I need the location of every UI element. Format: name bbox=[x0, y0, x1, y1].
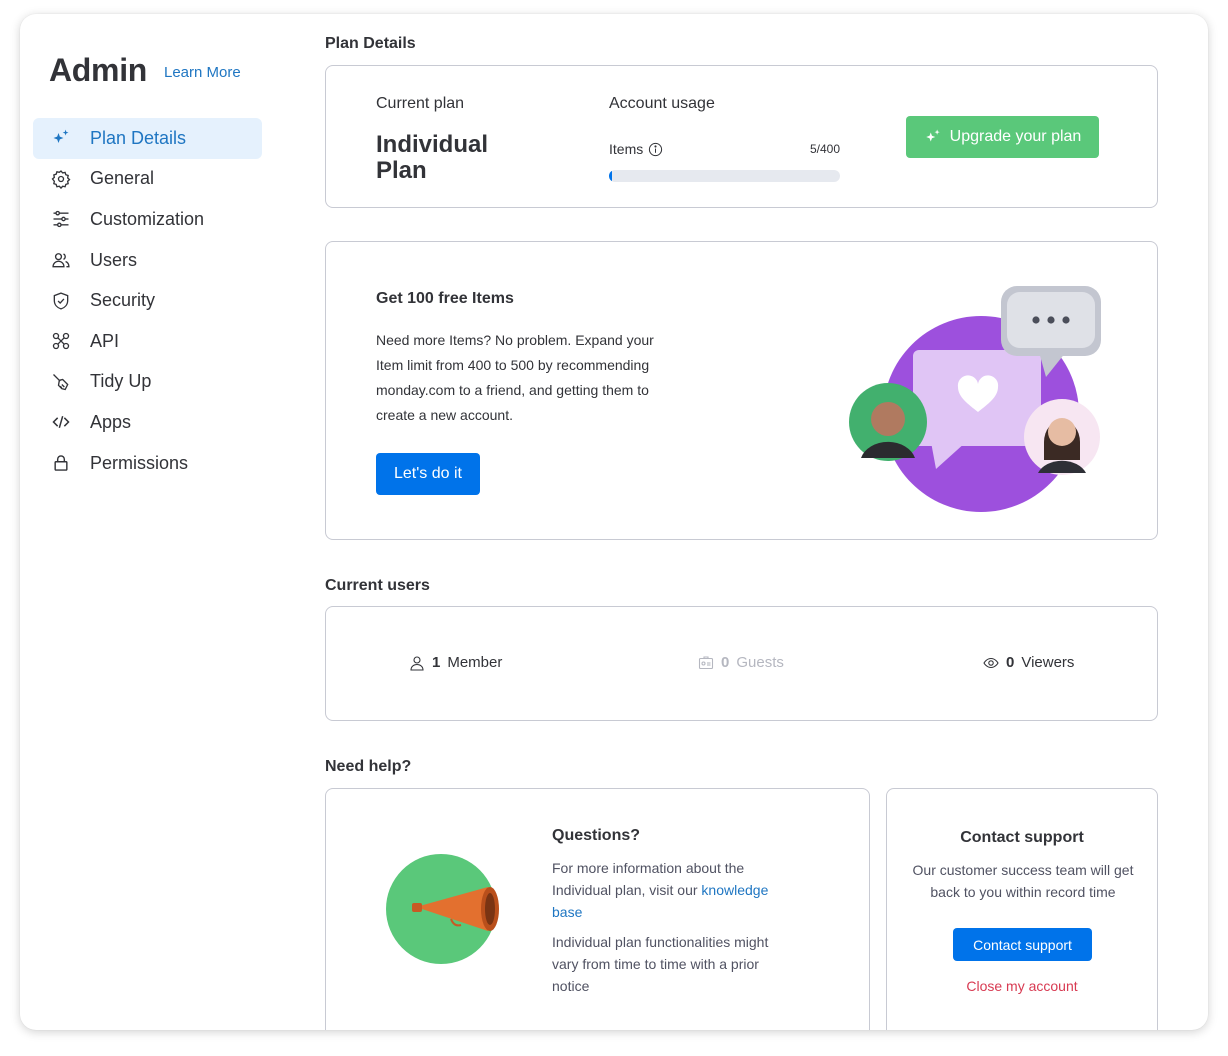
admin-title: Admin bbox=[49, 52, 148, 88]
users-icon bbox=[50, 249, 72, 271]
sidebar-item-plan-details[interactable]: Plan Details bbox=[33, 118, 262, 159]
shield-icon bbox=[50, 290, 72, 312]
viewers-count: 0 bbox=[1006, 654, 1015, 671]
viewers-stat[interactable]: 0 Viewers bbox=[983, 654, 1074, 671]
contact-support-button[interactable]: Contact support bbox=[953, 928, 1092, 961]
current-users-section-title: Current users bbox=[325, 577, 430, 594]
api-icon bbox=[50, 330, 72, 352]
items-label-text: Items bbox=[609, 141, 644, 157]
users-card: 1 Member 0 Guests 0 Viewers bbox=[325, 606, 1158, 721]
sidebar: Admin Learn More Plan Details General Cu… bbox=[20, 14, 290, 1030]
broom-icon bbox=[50, 371, 72, 393]
referral-illustration bbox=[849, 286, 1101, 512]
sparkle-icon bbox=[924, 128, 942, 146]
lock-icon bbox=[50, 452, 72, 474]
megaphone-illustration bbox=[386, 854, 499, 964]
plan-card: Current plan Individual Plan Account usa… bbox=[325, 65, 1158, 208]
sidebar-item-customization[interactable]: Customization bbox=[33, 199, 262, 240]
members-label: Member bbox=[447, 654, 503, 671]
sidebar-item-security[interactable]: Security bbox=[33, 280, 262, 321]
items-progress-fill bbox=[609, 170, 612, 182]
guests-count: 0 bbox=[721, 654, 730, 671]
guests-label: Guests bbox=[736, 654, 784, 671]
account-usage-label: Account usage bbox=[609, 95, 715, 112]
questions-text: For more information about the Individua… bbox=[552, 857, 792, 923]
sparkle-icon bbox=[50, 127, 72, 149]
contact-support-text: Our customer success team will get back … bbox=[912, 862, 1134, 900]
sliders-icon bbox=[50, 208, 72, 230]
sidebar-item-api[interactable]: API bbox=[33, 321, 262, 362]
sidebar-item-users[interactable]: Users bbox=[33, 240, 262, 281]
sidebar-item-general[interactable]: General bbox=[33, 159, 262, 200]
contact-support-title: Contact support bbox=[960, 829, 1084, 846]
questions-card: Questions? For more information about th… bbox=[325, 788, 870, 1030]
lets-do-it-button[interactable]: Let's do it bbox=[376, 453, 480, 495]
current-plan-label: Current plan bbox=[376, 95, 465, 112]
questions-note: Individual plan functionalities might va… bbox=[552, 934, 769, 994]
sidebar-nav: Plan Details General Customization Users bbox=[33, 118, 262, 483]
sidebar-item-label: Permissions bbox=[90, 452, 189, 473]
guest-badge-icon bbox=[698, 655, 714, 671]
person-icon bbox=[409, 655, 425, 671]
gear-icon bbox=[50, 168, 72, 190]
sidebar-item-apps[interactable]: Apps bbox=[33, 402, 262, 443]
referral-card: Get 100 free Items Need more Items? No p… bbox=[325, 241, 1158, 540]
sidebar-item-label: Customization bbox=[90, 208, 205, 229]
sidebar-item-label: Users bbox=[90, 249, 138, 270]
items-count: 5/400 bbox=[809, 142, 840, 156]
learn-more-link[interactable]: Learn More bbox=[164, 64, 241, 81]
questions-title: Questions? bbox=[552, 827, 641, 844]
viewers-label: Viewers bbox=[1021, 654, 1075, 671]
sidebar-item-permissions[interactable]: Permissions bbox=[33, 443, 262, 484]
sidebar-item-label: General bbox=[90, 168, 155, 189]
sidebar-item-label: Plan Details bbox=[90, 127, 187, 148]
referral-text: Need more Items? No problem. Expand your… bbox=[376, 332, 654, 423]
admin-window: Admin Learn More Plan Details General Cu… bbox=[20, 14, 1208, 1030]
sidebar-item-label: Security bbox=[90, 290, 156, 311]
upgrade-plan-button[interactable]: Upgrade your plan bbox=[906, 116, 1099, 158]
sidebar-item-label: API bbox=[90, 330, 120, 351]
eye-icon bbox=[983, 655, 999, 671]
members-count: 1 bbox=[432, 654, 441, 671]
contact-support-card: Contact support Our customer success tea… bbox=[886, 788, 1158, 1030]
current-plan-name: Individual Plan bbox=[376, 131, 489, 184]
info-icon[interactable] bbox=[648, 142, 663, 157]
close-account-link[interactable]: Close my account bbox=[887, 978, 1157, 994]
guests-stat[interactable]: 0 Guests bbox=[698, 654, 784, 671]
need-help-section-title: Need help? bbox=[325, 758, 412, 775]
items-progress-bar bbox=[609, 170, 840, 182]
referral-title: Get 100 free Items bbox=[376, 290, 514, 307]
sidebar-item-tidy-up[interactable]: Tidy Up bbox=[33, 362, 262, 403]
sidebar-item-label: Apps bbox=[90, 411, 132, 432]
upgrade-plan-label: Upgrade your plan bbox=[949, 128, 1082, 145]
plan-details-section-title: Plan Details bbox=[325, 35, 416, 52]
members-stat[interactable]: 1 Member bbox=[409, 654, 502, 671]
sidebar-item-label: Tidy Up bbox=[90, 371, 152, 392]
code-icon bbox=[50, 411, 72, 433]
items-usage-label: Items bbox=[609, 141, 663, 157]
